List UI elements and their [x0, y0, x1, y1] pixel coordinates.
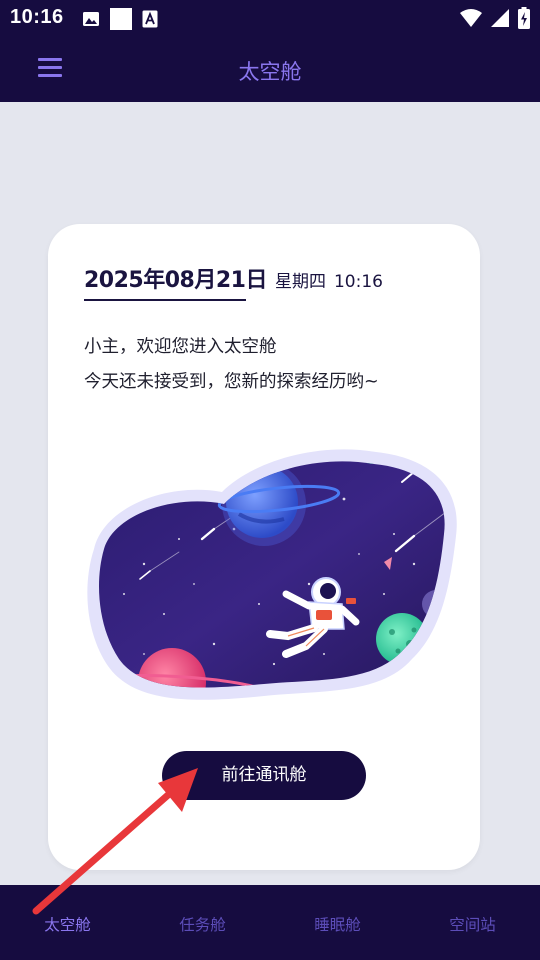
time-text: 10:16 [333, 272, 383, 292]
wifi-icon [460, 9, 482, 27]
go-to-comms-button[interactable]: 前往通讯舱 [162, 751, 366, 800]
nav-item-task-capsule[interactable]: 任务舱 [135, 913, 270, 935]
signal-icon [491, 9, 509, 27]
greeting-line-2: 今天还未接受到，您新的探索经历哟~ [84, 372, 379, 392]
date-text: 2025年08月21日 [84, 268, 267, 293]
app-bar: 太空舱 [0, 36, 540, 102]
font-a-icon [142, 10, 158, 28]
nav-item-sleep-capsule[interactable]: 睡眠舱 [270, 913, 405, 935]
nav-item-space-capsule[interactable]: 太空舱 [0, 913, 135, 935]
welcome-message: 小主，欢迎您进入太空舱 今天还未接受到，您新的探索经历哟~ [84, 330, 379, 400]
status-bar: 10:16 [0, 0, 540, 36]
nav-item-space-station[interactable]: 空间站 [405, 913, 540, 935]
status-icons-right [460, 7, 530, 29]
welcome-card: 2025年08月21日 星期四 10:16 小主，欢迎您进入太空舱 今天还未接受… [48, 224, 480, 870]
status-time: 10:16 [10, 6, 64, 28]
date-row: 2025年08月21日 星期四 10:16 [84, 262, 383, 302]
blank-square-icon [110, 8, 132, 30]
page-title: 太空舱 [238, 60, 302, 84]
space-illustration [87, 449, 457, 700]
greeting-line-1: 小主，欢迎您进入太空舱 [84, 337, 277, 357]
date-underline [84, 299, 246, 301]
weekday-text: 星期四 [274, 272, 326, 292]
image-icon [83, 12, 99, 26]
bottom-nav: 太空舱 任务舱 睡眠舱 空间站 [0, 885, 540, 960]
battery-charging-icon [518, 7, 530, 29]
status-icons-left [82, 8, 158, 30]
